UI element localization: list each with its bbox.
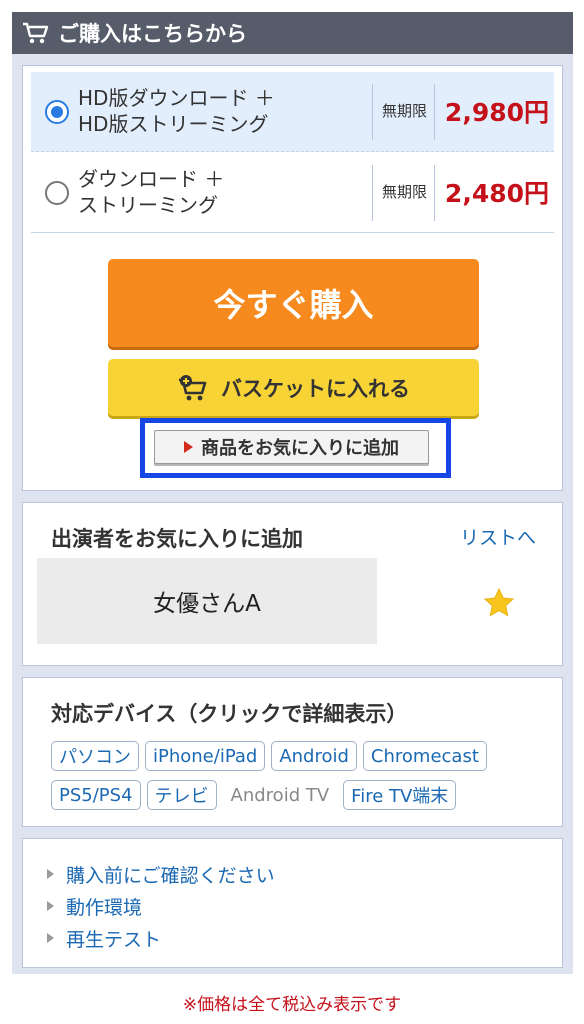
- divider: [434, 165, 435, 221]
- plan-term: 無期限: [381, 183, 427, 201]
- plan-name: ダウンロード ＋ ストリーミング: [78, 166, 368, 218]
- link-list: 購入前にご確認ください 動作環境 再生テスト: [47, 858, 275, 954]
- plan-price: 2,480円: [444, 179, 549, 208]
- cart-icon: [22, 21, 50, 45]
- arrow-right-icon: [47, 933, 54, 943]
- purchase-section: ご購入はこちらから HD版ダウンロード ＋ HD版ストリーミング 無期限 2,9…: [12, 12, 573, 974]
- device-tag-chromecast[interactable]: Chromecast: [362, 741, 487, 771]
- purchase-header: ご購入はこちらから: [12, 12, 573, 54]
- plan-radio-sd[interactable]: [45, 181, 69, 205]
- arrow-right-icon: [47, 901, 54, 911]
- performer-title: 出演者をお気に入りに追加: [51, 527, 303, 551]
- tag-row: パソコン iPhone/iPad Android Chromecast: [51, 741, 551, 771]
- list-link[interactable]: リストへ: [460, 523, 536, 550]
- buy-now-button[interactable]: 今すぐ購入: [108, 259, 479, 347]
- divider: [434, 84, 435, 140]
- device-tag-tv[interactable]: テレビ: [146, 780, 217, 810]
- plan-term: 無期限: [381, 102, 427, 120]
- play-arrow-icon: [184, 441, 193, 453]
- plan-name-line1: ダウンロード ＋: [78, 167, 225, 191]
- tag-row: PS5/PS4 テレビ Android TV Fire TV端末: [51, 780, 551, 810]
- add-to-basket-button[interactable]: バスケットに入れる: [108, 359, 479, 416]
- divider: [372, 84, 373, 140]
- device-tag-ps[interactable]: PS5/PS4: [51, 780, 141, 810]
- add-to-basket-label: バスケットに入れる: [221, 376, 410, 401]
- add-to-favorites-button[interactable]: 商品をお気に入りに追加: [154, 430, 429, 464]
- device-tags: パソコン iPhone/iPad Android Chromecast PS5/…: [51, 741, 551, 819]
- cart-plus-icon: [179, 374, 207, 400]
- device-tag-iphone[interactable]: iPhone/iPad: [145, 741, 266, 771]
- link-playback-test[interactable]: 再生テスト: [47, 922, 275, 954]
- link-label: 動作環境: [66, 896, 143, 919]
- device-tag-android[interactable]: Android: [271, 741, 357, 771]
- plan-price: 2,980円: [444, 98, 549, 127]
- plan-radio-hd[interactable]: [45, 100, 69, 124]
- performer-name[interactable]: 女優さんA: [37, 558, 377, 644]
- link-label: 再生テスト: [66, 928, 162, 951]
- info-links-panel: 購入前にご確認ください 動作環境 再生テスト: [22, 838, 563, 968]
- plan-option-hd[interactable]: HD版ダウンロード ＋ HD版ストリーミング 無期限 2,980円: [31, 72, 554, 152]
- purchase-header-title: ご購入はこちらから: [58, 22, 247, 46]
- performer-panel: 出演者をお気に入りに追加 リストへ 女優さんA: [22, 502, 563, 666]
- plan-option-sd[interactable]: ダウンロード ＋ ストリーミング 無期限 2,480円: [31, 153, 554, 233]
- star-icon[interactable]: [483, 587, 515, 619]
- plan-name-line1: HD版ダウンロード ＋: [78, 86, 275, 110]
- add-to-favorites-label: 商品をお気に入りに追加: [201, 438, 399, 459]
- link-before-purchase[interactable]: 購入前にご確認ください: [47, 858, 275, 890]
- link-environment[interactable]: 動作環境: [47, 890, 275, 922]
- device-title[interactable]: 対応デバイス（クリックで詳細表示）: [51, 698, 407, 728]
- device-tag-fire-tv[interactable]: Fire TV端末: [343, 780, 457, 810]
- tax-footnote: ※価格は全て税込み表示です: [182, 995, 402, 1015]
- device-tag-android-tv: Android TV: [222, 780, 338, 810]
- favorite-highlight-frame: 商品をお気に入りに追加: [140, 418, 451, 478]
- plan-name-line2: HD版ストリーミング: [78, 112, 269, 136]
- link-label: 購入前にご確認ください: [66, 864, 275, 887]
- device-panel: 対応デバイス（クリックで詳細表示） パソコン iPhone/iPad Andro…: [22, 677, 563, 827]
- arrow-right-icon: [47, 869, 54, 879]
- device-tag-pc[interactable]: パソコン: [51, 741, 139, 771]
- divider: [372, 165, 373, 221]
- plan-name: HD版ダウンロード ＋ HD版ストリーミング: [78, 85, 368, 137]
- purchase-options-panel: HD版ダウンロード ＋ HD版ストリーミング 無期限 2,980円 ダウンロード…: [22, 65, 563, 491]
- plan-name-line2: ストリーミング: [78, 193, 218, 217]
